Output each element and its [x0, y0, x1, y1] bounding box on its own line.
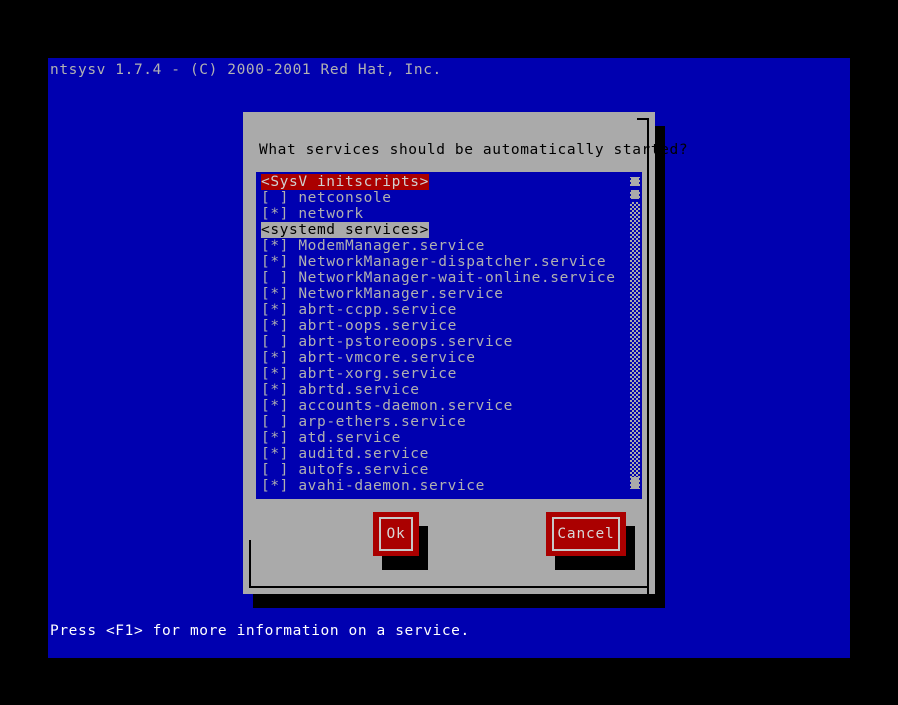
list-item-checkbox[interactable]: [*]	[261, 206, 289, 222]
list-item[interactable]: [*] NetworkManager.service	[256, 286, 628, 302]
list-item-spacer	[289, 318, 298, 334]
list-item-spacer	[289, 254, 298, 270]
list-item-spacer	[289, 398, 298, 414]
scrollbar-gap-below	[630, 199, 640, 202]
list-item-label: NetworkManager-dispatcher.service	[298, 254, 607, 270]
list-item-spacer	[289, 270, 298, 286]
list-item-spacer	[289, 302, 298, 318]
list-item-checkbox[interactable]: [ ]	[261, 190, 289, 206]
list-item[interactable]: [*] network	[256, 206, 628, 222]
list-item-spacer	[289, 430, 298, 446]
list-section-label: <systemd services>	[261, 222, 429, 238]
list-item-checkbox[interactable]: [*]	[261, 238, 289, 254]
list-item-checkbox[interactable]: [ ]	[261, 334, 289, 350]
list-item-spacer	[289, 382, 298, 398]
list-section-header[interactable]: <SysV initscripts>	[256, 174, 628, 190]
list-item[interactable]: [ ] autofs.service	[256, 462, 628, 478]
list-item-label: abrt-oops.service	[298, 318, 457, 334]
list-item-label: arp-ethers.service	[298, 414, 467, 430]
services-dialog: What services should be automatically st…	[243, 112, 688, 594]
list-item-checkbox[interactable]: [*]	[261, 350, 289, 366]
dialog-frame-line-bottom	[249, 586, 649, 588]
list-item-checkbox[interactable]: [*]	[261, 366, 289, 382]
list-section-label: <SysV initscripts>	[261, 174, 429, 190]
list-item-spacer	[289, 478, 298, 494]
list-item-checkbox[interactable]: [*]	[261, 430, 289, 446]
list-item[interactable]: [ ] NetworkManager-wait-online.service	[256, 270, 628, 286]
scrollbar-gap-bottom	[630, 489, 640, 497]
list-item[interactable]: [*] accounts-daemon.service	[256, 398, 628, 414]
list-item[interactable]: [*] abrtd.service	[256, 382, 628, 398]
list-item[interactable]: [*] avahi-daemon.service	[256, 478, 628, 494]
list-item-checkbox[interactable]: [*]	[261, 318, 289, 334]
scrollbar-thumb-2[interactable]	[631, 190, 639, 199]
list-item-checkbox[interactable]: [*]	[261, 382, 289, 398]
dialog-button-bar: Ok Cancel	[243, 512, 655, 582]
cancel-button-label: Cancel	[557, 526, 615, 542]
list-item[interactable]: [*] NetworkManager-dispatcher.service	[256, 254, 628, 270]
cancel-button[interactable]: Cancel	[546, 512, 626, 556]
terminal-screen: ntsysv 1.7.4 - (C) 2000-2001 Red Hat, In…	[48, 58, 850, 658]
dialog-frame-line-top	[637, 118, 649, 120]
list-item-spacer	[289, 286, 298, 302]
list-item[interactable]: [*] abrt-vmcore.service	[256, 350, 628, 366]
list-item-checkbox[interactable]: [*]	[261, 446, 289, 462]
list-item-spacer	[289, 366, 298, 382]
list-item-spacer	[289, 190, 298, 206]
list-item[interactable]: [ ] netconsole	[256, 190, 628, 206]
list-item-spacer	[289, 238, 298, 254]
list-item-label: abrt-pstoreoops.service	[298, 334, 513, 350]
list-section-header[interactable]: <systemd services>	[256, 222, 628, 238]
list-item-checkbox[interactable]: [ ]	[261, 270, 289, 286]
list-item-label: NetworkManager.service	[298, 286, 504, 302]
list-item-spacer	[289, 462, 298, 478]
list-item-label: netconsole	[298, 190, 392, 206]
list-item[interactable]: [ ] abrt-pstoreoops.service	[256, 334, 628, 350]
list-item-checkbox[interactable]: [*]	[261, 398, 289, 414]
list-item-spacer	[289, 206, 298, 222]
list-item-label: avahi-daemon.service	[298, 478, 485, 494]
app-header-text: ntsysv 1.7.4 - (C) 2000-2001 Red Hat, In…	[50, 62, 442, 78]
list-item[interactable]: [*] auditd.service	[256, 446, 628, 462]
list-item-checkbox[interactable]: [*]	[261, 478, 289, 494]
scrollbar-thumb-1[interactable]	[631, 177, 639, 186]
list-item[interactable]: [*] abrt-oops.service	[256, 318, 628, 334]
list-item[interactable]: [*] abrt-xorg.service	[256, 366, 628, 382]
ok-button[interactable]: Ok	[373, 512, 419, 556]
list-item-spacer	[289, 446, 298, 462]
vertical-scrollbar[interactable]	[630, 174, 640, 497]
list-item-label: abrt-xorg.service	[298, 366, 457, 382]
list-item[interactable]: [*] abrt-ccpp.service	[256, 302, 628, 318]
list-item-label: atd.service	[298, 430, 401, 446]
list-item-label: NetworkManager-wait-online.service	[298, 270, 616, 286]
list-item-spacer	[289, 350, 298, 366]
list-item-label: abrtd.service	[298, 382, 420, 398]
list-item-label: abrt-vmcore.service	[298, 350, 476, 366]
list-item-label: autofs.service	[298, 462, 429, 478]
list-item-label: accounts-daemon.service	[298, 398, 513, 414]
services-list: <SysV initscripts>[ ] netconsole [*] netw…	[256, 174, 628, 494]
list-item-checkbox[interactable]: [*]	[261, 254, 289, 270]
list-item[interactable]: [ ] arp-ethers.service	[256, 414, 628, 430]
ok-button-label: Ok	[386, 526, 406, 542]
services-listbox[interactable]: <SysV initscripts>[ ] netconsole [*] netw…	[256, 172, 642, 499]
list-item-checkbox[interactable]: [*]	[261, 286, 289, 302]
scrollbar-thumb-3[interactable]	[631, 477, 639, 489]
list-item[interactable]: [*] ModemManager.service	[256, 238, 628, 254]
list-item-checkbox[interactable]: [*]	[261, 302, 289, 318]
list-item-spacer	[289, 334, 298, 350]
list-item-spacer	[289, 414, 298, 430]
dialog-prompt-text: What services should be automatically st…	[259, 142, 689, 158]
list-item-checkbox[interactable]: [ ]	[261, 462, 289, 478]
list-item-checkbox[interactable]: [ ]	[261, 414, 289, 430]
list-item-label: ModemManager.service	[298, 238, 485, 254]
status-hint-text: Press <F1> for more information on a ser…	[50, 623, 470, 639]
list-item-label: auditd.service	[298, 446, 429, 462]
list-item-label: abrt-ccpp.service	[298, 302, 457, 318]
list-item[interactable]: [*] atd.service	[256, 430, 628, 446]
list-item-label: network	[298, 206, 364, 222]
